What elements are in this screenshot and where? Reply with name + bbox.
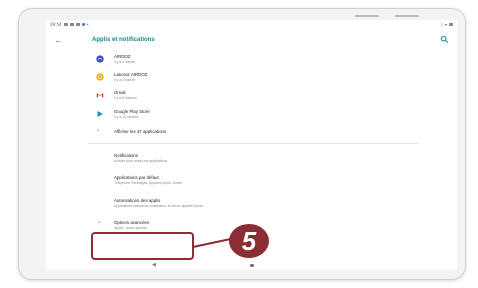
setting-summary: Applis : accès spécial: [114, 226, 147, 230]
setting-summary: Applications utilisant la localisation, …: [114, 204, 204, 208]
search-icon[interactable]: [440, 35, 449, 44]
status-time: 09:54: [50, 22, 62, 27]
recent-app-row-play-store[interactable]: Google Play Store Il y a 14 minutes: [46, 107, 457, 123]
setting-title: Applications par défaut: [114, 175, 159, 180]
app-last-used: Il y a 6 minutes: [114, 96, 137, 100]
app-name: AIRDOZ: [114, 54, 131, 59]
setting-title: Notifications: [114, 153, 138, 158]
highlight-box: [91, 232, 194, 260]
airdoz-icon: [96, 55, 104, 63]
battery-icon: [449, 23, 453, 26]
app-last-used: Il y a 0 minute: [114, 78, 136, 82]
nav-back-icon[interactable]: ◀: [152, 263, 156, 268]
wifi-icon: ▾: [444, 22, 447, 27]
see-all-apps-row[interactable]: › Afficher les 47 applications: [46, 128, 457, 144]
notification-icon-2: [69, 23, 74, 26]
app-last-used: Il y a 14 minutes: [114, 115, 139, 119]
step-callout-badge: 5: [229, 224, 269, 258]
settings-row-default-apps[interactable]: Applications par défaut Téléphone, Messa…: [46, 173, 457, 189]
app-bar: ← Applis et notifications: [46, 29, 457, 51]
setting-title: Options avancées: [114, 220, 150, 225]
power-button: [395, 15, 419, 17]
setting-summary: Activée pour toutes les applications: [114, 159, 168, 163]
app-name: Lanceur AIRDOZ: [114, 72, 148, 77]
settings-row-permissions[interactable]: Autorisations des applis Applications ut…: [46, 196, 457, 212]
setting-title: Autorisations des applis: [114, 198, 161, 203]
more-notifications-icon: •: [86, 22, 89, 27]
recent-app-row-gmail[interactable]: Gmail Il y a 6 minutes: [46, 88, 457, 104]
recent-app-row-launcher[interactable]: Lanceur AIRDOZ Il y a 0 minute: [46, 70, 457, 86]
app-name: Google Play Store: [114, 109, 150, 114]
app-notification-icon: [81, 23, 85, 26]
see-all-apps-label: Afficher les 47 applications: [114, 129, 167, 134]
step-number: 5: [241, 226, 257, 256]
divider: [88, 143, 418, 144]
notification-icon: [63, 23, 68, 26]
system-navigation-bar: ◀: [46, 260, 457, 270]
back-arrow-icon[interactable]: ←: [54, 35, 74, 45]
chevron-right-icon: ›: [97, 128, 99, 134]
settings-row-notifications[interactable]: Notifications Activée pour toutes les ap…: [46, 151, 457, 167]
gmail-icon: [96, 93, 104, 98]
nav-home-icon[interactable]: [250, 263, 254, 267]
bluetooth-icon: ᛒ: [440, 22, 443, 27]
app-name: Gmail: [114, 90, 126, 95]
chevron-down-icon: ⌄: [97, 219, 102, 225]
play-store-icon: [97, 110, 103, 118]
status-bar: 09:54 • ᛒ ▾: [46, 20, 457, 29]
launcher-icon: [96, 73, 104, 81]
page-title: Applis et notifications: [92, 37, 155, 43]
recent-app-row-airdoz[interactable]: AIRDOZ Il y a 0 minute: [46, 52, 457, 68]
setting-summary: Téléphone, Messages, Appareil photo, Gma…: [114, 181, 182, 185]
notification-icon-3: [75, 23, 80, 26]
app-last-used: Il y a 0 minute: [114, 60, 136, 64]
volume-button: [355, 15, 379, 17]
